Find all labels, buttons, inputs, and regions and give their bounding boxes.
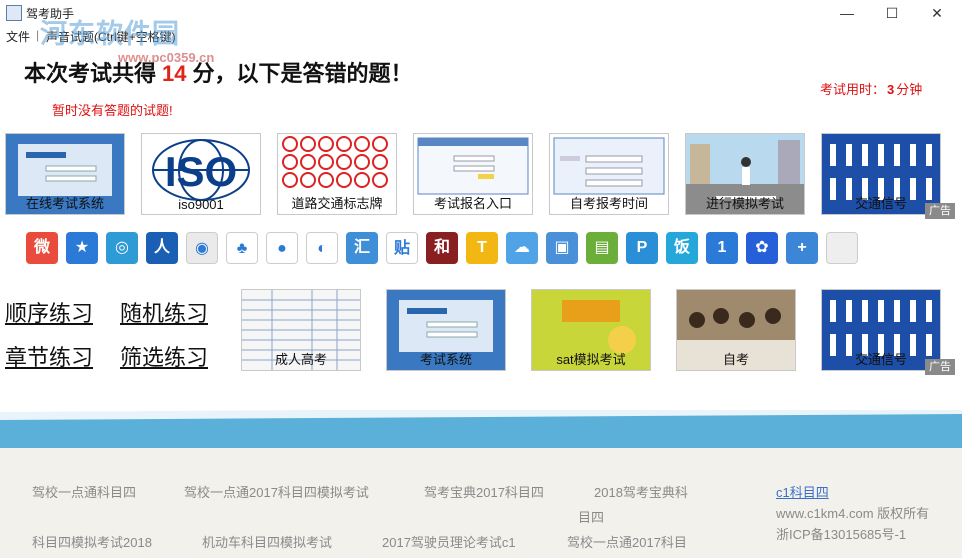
- baidu-paw-icon[interactable]: ✿: [746, 232, 778, 264]
- ad-caption: 考试报名入口: [433, 196, 512, 211]
- ad-caption: 成人高考: [274, 352, 327, 367]
- time-prefix: 考试用时：: [820, 82, 886, 97]
- footer-link[interactable]: 2018驾考宝典科: [594, 482, 688, 501]
- heyishe-icon[interactable]: 和: [426, 232, 458, 264]
- ad-tile-traffic-signal[interactable]: 交通信号: [821, 133, 941, 215]
- footer-link[interactable]: 驾校一点通2017科目四模拟考试: [184, 482, 369, 501]
- huijie-icon[interactable]: 汇: [346, 232, 378, 264]
- copyright-text: www.c1km4.com 版权所有: [776, 506, 930, 521]
- footer-link[interactable]: 驾校一点通2017科目: [567, 532, 687, 551]
- footer-link[interactable]: 驾校一点通科目四: [32, 482, 136, 501]
- ad-caption: 考试系统: [419, 352, 472, 367]
- ad-caption: iso9001: [178, 197, 224, 212]
- ad-caption: 进行模拟考试: [705, 196, 784, 211]
- footer-link[interactable]: 科目四模拟考试2018: [32, 532, 152, 551]
- qzone-icon[interactable]: ◎: [106, 232, 138, 264]
- favorite-star-icon[interactable]: ★: [66, 232, 98, 264]
- ad-tile-adult-exam[interactable]: 成人高考: [241, 289, 361, 371]
- weibo-icon[interactable]: 微: [26, 232, 58, 264]
- ad-caption: 交通信号: [854, 352, 907, 367]
- footer-link[interactable]: 目四: [578, 507, 604, 526]
- ad-badge-2[interactable]: 广告: [925, 359, 955, 375]
- tieba-icon[interactable]: 贴: [386, 232, 418, 264]
- ad-tile-exam-registration[interactable]: 考试报名入口: [413, 133, 533, 215]
- ad-tile-exam-system[interactable]: 考试系统: [386, 289, 506, 371]
- sequence-practice-link[interactable]: 顺序练习: [5, 296, 93, 328]
- footer-link[interactable]: 2017驾驶员理论考试c1: [382, 532, 516, 551]
- clover-icon[interactable]: ♣: [226, 232, 258, 264]
- c1-subject-four-link[interactable]: c1科目四: [776, 482, 829, 501]
- score-value: 14: [162, 61, 187, 86]
- score-summary: 本次考试共得 14 分，以下是答错的题！: [24, 56, 413, 88]
- time-unit: 分钟: [896, 82, 923, 97]
- ad-tile-traffic-signs[interactable]: 道路交通标志牌: [277, 133, 397, 215]
- time-value: 3: [887, 82, 895, 97]
- icp-text: 浙ICP备13015685号-1: [776, 527, 907, 542]
- ad-tile-mock-exam[interactable]: 进行模拟考试: [685, 133, 805, 215]
- t-icon[interactable]: T: [466, 232, 498, 264]
- tencent-weibo-icon[interactable]: ◉: [186, 232, 218, 264]
- one-icon[interactable]: 1: [706, 232, 738, 264]
- ad-caption: 交通信号: [854, 196, 907, 211]
- score-prefix: 本次考试共得: [24, 61, 157, 86]
- photo-icon[interactable]: ▣: [546, 232, 578, 264]
- blank-icon[interactable]: [826, 232, 858, 264]
- score-suffix: 分，以下是答错的题！: [192, 61, 413, 86]
- ad-tile-self-exam-time[interactable]: 自考报考时间: [549, 133, 669, 215]
- notebook-icon[interactable]: ▤: [586, 232, 618, 264]
- ad-caption: 道路交通标志牌: [291, 196, 383, 211]
- close-button[interactable]: ✕: [914, 0, 960, 26]
- footer-link[interactable]: 机动车科目四模拟考试: [202, 532, 332, 551]
- chapter-practice-link[interactable]: 章节练习: [5, 340, 93, 372]
- svg-text:ISO: ISO: [165, 148, 237, 195]
- ad-caption: 自考: [722, 352, 749, 367]
- wifi-share-icon[interactable]: P: [626, 232, 658, 264]
- ad-tile-traffic-signal-2[interactable]: 交通信号: [821, 289, 941, 371]
- ad-caption: 自考报考时间: [569, 196, 648, 211]
- filter-practice-link[interactable]: 筛选练习: [120, 340, 208, 372]
- maximize-button[interactable]: ☐: [869, 0, 915, 26]
- share-circle-icon[interactable]: ◐: [306, 232, 338, 264]
- ad-tile-online-exam[interactable]: 在线考试系统: [5, 133, 125, 215]
- qq-icon[interactable]: ●: [266, 232, 298, 264]
- fan-icon[interactable]: 饭: [666, 232, 698, 264]
- footer: 驾校一点通科目四 驾校一点通2017科目四模拟考试 驾考宝典2017科目四 20…: [0, 448, 962, 558]
- exam-time: 考试用时： 3 分钟: [820, 79, 922, 98]
- minimize-button[interactable]: —: [824, 0, 870, 26]
- ad-caption: 在线考试系统: [25, 196, 104, 211]
- ad-tile-iso9001[interactable]: ISO iso9001: [141, 133, 261, 215]
- menu-file[interactable]: 文件: [6, 28, 30, 45]
- plus-icon[interactable]: +: [786, 232, 818, 264]
- app-icon: [6, 5, 22, 21]
- footer-link[interactable]: 驾考宝典2017科目四: [424, 482, 544, 501]
- no-wrong-answers-message: 暂时没有答题的试题!: [52, 103, 173, 118]
- ad-tile-self-study[interactable]: 自考: [676, 289, 796, 371]
- renren-icon[interactable]: 人: [146, 232, 178, 264]
- random-practice-link[interactable]: 随机练习: [120, 296, 208, 328]
- menu-separator: |: [36, 28, 40, 42]
- cloud-icon[interactable]: ☁: [506, 232, 538, 264]
- ad-tile-sat-exam[interactable]: sat模拟考试: [531, 289, 651, 371]
- watermark-text: 河东软件园: [40, 19, 180, 49]
- ad-caption: sat模拟考试: [556, 352, 626, 367]
- ad-badge[interactable]: 广告: [925, 203, 955, 219]
- decorative-wave-band: [0, 410, 962, 450]
